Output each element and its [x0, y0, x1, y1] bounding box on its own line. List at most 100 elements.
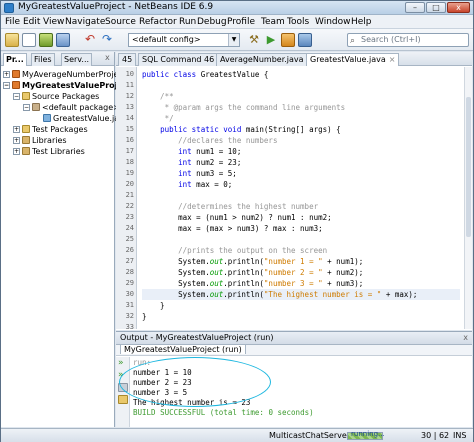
tab-sql-command-46[interactable]: SQL Command 46×	[138, 53, 228, 66]
new-file-icon[interactable]	[22, 33, 36, 47]
code-area[interactable]: public class GreatestValue { /** * @para…	[138, 67, 464, 329]
expand-icon[interactable]: +	[13, 148, 20, 155]
netbeans-app-icon	[4, 3, 14, 13]
expand-icon[interactable]: +	[13, 137, 20, 144]
menu-profile[interactable]: Profile	[227, 17, 255, 27]
code-line[interactable]: int num2 = 23;	[142, 157, 460, 168]
undo-icon[interactable]: ↶	[83, 33, 97, 47]
code-line[interactable]: public static void main(String[] args) {	[142, 124, 460, 135]
line-number: 13	[125, 103, 134, 111]
redo-icon[interactable]: ↷	[100, 33, 114, 47]
collapse-icon[interactable]: −	[23, 104, 30, 111]
library-icon	[22, 136, 30, 144]
code-line[interactable]: */	[142, 113, 460, 124]
menu-run[interactable]: Run	[179, 17, 196, 27]
clean-build-icon[interactable]: ⚒	[247, 33, 261, 47]
tree-item-myaveragenumberproject[interactable]: + MyAverageNumberProject	[3, 69, 126, 80]
collapse-icon[interactable]: −	[13, 93, 20, 100]
code-line[interactable]: /**	[142, 91, 460, 102]
maximize-button[interactable]: □	[426, 2, 446, 13]
line-number: 19	[125, 169, 134, 177]
close-panel-icon[interactable]: x	[105, 53, 110, 62]
code-line[interactable]: int num1 = 10;	[142, 146, 460, 157]
tab-output-run[interactable]: MyGreatestValueProject (run)	[120, 344, 246, 354]
scrollbar-thumb[interactable]	[466, 97, 471, 237]
tree-item-default-package[interactable]: − <default package>	[23, 102, 120, 113]
code-line[interactable]	[142, 322, 460, 329]
rerun-icon[interactable]: »	[118, 359, 128, 368]
code-line[interactable]: }	[142, 311, 460, 322]
expand-icon[interactable]: +	[13, 126, 20, 133]
menu-debug[interactable]: Debug	[197, 17, 227, 27]
line-number: 26	[125, 246, 134, 254]
folder-icon	[22, 92, 30, 100]
code-line[interactable]: //determines the highest number	[142, 201, 460, 212]
menu-help[interactable]: Help	[351, 17, 372, 27]
menu-tools[interactable]: Tools	[287, 17, 309, 27]
line-number: 16	[125, 136, 134, 144]
run-project-icon[interactable]: ▶	[264, 33, 278, 47]
debug-project-icon[interactable]	[281, 33, 295, 47]
line-number: 31	[125, 301, 134, 309]
search-placeholder: Search (Ctrl+I)	[361, 35, 421, 44]
settings-icon[interactable]	[118, 395, 128, 404]
collapse-icon[interactable]: −	[3, 82, 10, 89]
code-line[interactable]: //declares the numbers	[142, 135, 460, 146]
insert-mode: INS	[453, 431, 467, 440]
profile-project-icon[interactable]	[298, 33, 312, 47]
tree-item-mygreatestvalueproject[interactable]: − MyGreatestValueProject	[3, 80, 131, 91]
menu-bar: File Edit View Navigate Source Refactor …	[1, 15, 473, 29]
menu-refactor[interactable]: Refactor	[139, 17, 177, 27]
output-line: BUILD SUCCESSFUL (total time: 0 seconds)	[133, 408, 314, 417]
code-line[interactable]: System.out.println("number 3 = " + num3)…	[142, 278, 460, 289]
code-line[interactable]: System.out.println("number 2 = " + num2)…	[142, 267, 460, 278]
close-tab-icon[interactable]: ×	[389, 55, 396, 64]
code-line[interactable]: * @param args the command line arguments	[142, 102, 460, 113]
line-number: 24	[125, 224, 134, 232]
line-number: 11	[125, 81, 134, 89]
menu-window[interactable]: Window	[315, 17, 351, 27]
tab-services[interactable]: Serv...	[61, 53, 93, 66]
vertical-scrollbar[interactable]	[464, 67, 472, 329]
close-button[interactable]: x	[447, 2, 470, 13]
menu-file[interactable]: File	[5, 17, 20, 27]
code-line[interactable]: System.out.println("number 1 = " + num1)…	[142, 256, 460, 267]
code-line[interactable]: System.out.println("The highest number i…	[142, 289, 460, 300]
open-project-icon[interactable]	[39, 33, 53, 47]
tab-averagenumber-java[interactable]: AverageNumber.java×	[216, 53, 318, 66]
tree-item-libraries[interactable]: + Libraries	[13, 135, 67, 146]
menu-view[interactable]: View	[43, 17, 64, 27]
menu-team[interactable]: Team	[261, 17, 285, 27]
code-line[interactable]: int num3 = 5;	[142, 168, 460, 179]
search-input[interactable]: ⌕ Search (Ctrl+I)	[347, 33, 469, 47]
output-title: Output - MyGreatestValueProject (run)	[120, 333, 274, 342]
code-line[interactable]	[142, 190, 460, 201]
package-icon	[32, 103, 40, 111]
tab-projects[interactable]: Pr...	[3, 53, 27, 66]
tab-45[interactable]: 45	[118, 53, 137, 66]
new-project-icon[interactable]	[5, 33, 19, 47]
close-output-icon[interactable]: x	[463, 332, 468, 344]
menu-navigate[interactable]: Navigate	[65, 17, 105, 27]
save-all-icon[interactable]	[56, 33, 70, 47]
tab-files[interactable]: Files	[31, 53, 55, 66]
code-line[interactable]: //prints the output on the screen	[142, 245, 460, 256]
minimize-button[interactable]: –	[405, 2, 425, 13]
configuration-select[interactable]: <default config> ▼	[128, 33, 240, 47]
code-line[interactable]: public class GreatestValue {	[142, 69, 460, 80]
status-bar: MulticastChatServer (run) running... 30 …	[1, 428, 473, 442]
code-line[interactable]: max = (max > num3) ? max : num3;	[142, 223, 460, 234]
expand-icon[interactable]: +	[3, 71, 10, 78]
tree-item-source-packages[interactable]: − Source Packages	[13, 91, 99, 102]
project-icon	[12, 70, 20, 78]
menu-source[interactable]: Source	[105, 17, 136, 27]
code-line[interactable]: }	[142, 300, 460, 311]
menu-edit[interactable]: Edit	[23, 17, 40, 27]
code-line[interactable]	[142, 234, 460, 245]
code-line[interactable]: max = (num1 > num2) ? num1 : num2;	[142, 212, 460, 223]
tree-item-test-packages[interactable]: + Test Packages	[13, 124, 88, 135]
code-line[interactable]	[142, 80, 460, 91]
tree-item-test-libraries[interactable]: + Test Libraries	[13, 146, 85, 157]
code-line[interactable]: int max = 0;	[142, 179, 460, 190]
tab-greatestvalue-java[interactable]: GreatestValue.java ×	[306, 53, 400, 66]
